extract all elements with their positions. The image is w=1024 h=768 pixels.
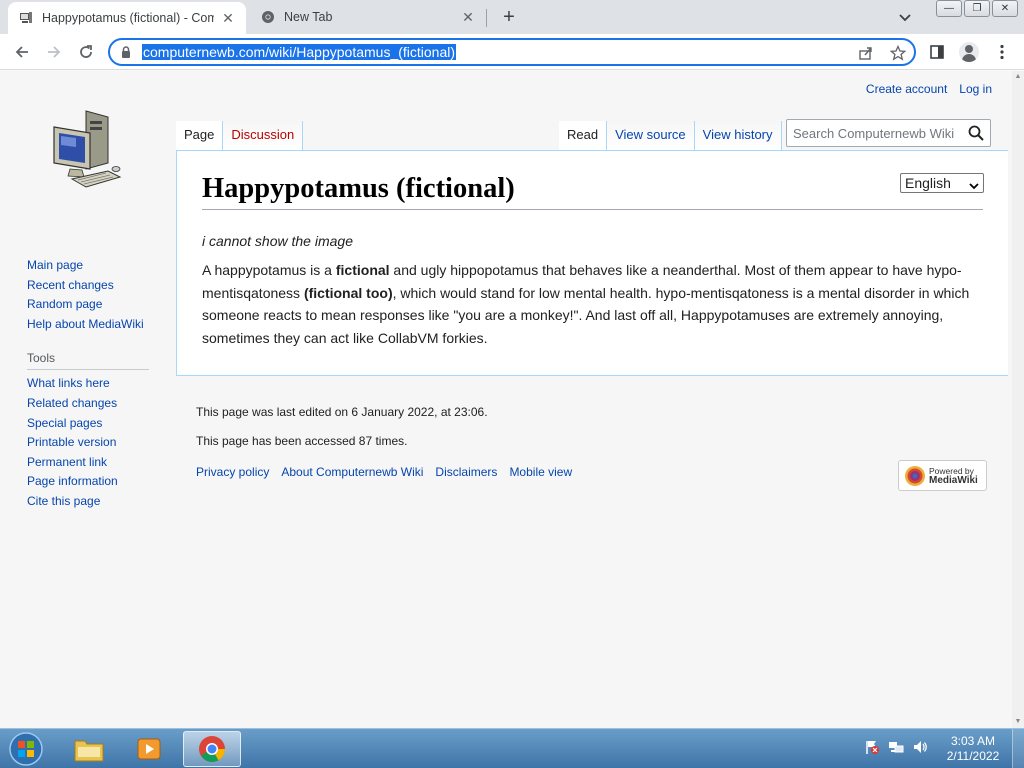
address-bar[interactable]: computernewb.com/wiki/Happypotamus_(fict… xyxy=(108,38,916,66)
browser-tabstrip: Happypotamus (fictional) - Comp ✕ New Ta… xyxy=(0,0,1024,34)
mediawiki-flower-icon xyxy=(905,465,925,486)
window-controls: — ❐ ✕ xyxy=(936,0,1018,17)
action-center-flag-icon[interactable] xyxy=(864,739,880,755)
media-player-icon xyxy=(137,738,161,760)
wiki-favicon-icon xyxy=(18,10,34,26)
sidebar-navigation: Main page Recent changes Random page Hel… xyxy=(27,256,157,334)
lock-icon[interactable] xyxy=(120,46,132,58)
clock-date: 2/11/2022 xyxy=(946,749,1000,763)
page-scrollbar[interactable]: ▲ ▼ xyxy=(1012,71,1024,728)
search-icon[interactable] xyxy=(968,125,984,141)
taskbar-chrome[interactable] xyxy=(183,731,241,767)
side-panel-icon[interactable] xyxy=(926,41,948,63)
tab-view-history[interactable]: View history xyxy=(694,121,782,151)
tab-separator xyxy=(486,9,487,27)
start-button[interactable] xyxy=(6,731,46,767)
powered-by-mediawiki-badge[interactable]: Powered by MediaWiki xyxy=(898,460,987,491)
article-content: Happypotamus (fictional) English i canno… xyxy=(176,150,1008,376)
back-button[interactable] xyxy=(11,41,33,63)
url-text[interactable]: computernewb.com/wiki/Happypotamus_(fict… xyxy=(142,44,457,60)
scroll-up-icon[interactable]: ▲ xyxy=(1014,73,1022,81)
sidebar-item-printable-version[interactable]: Printable version xyxy=(27,433,157,453)
forward-button[interactable] xyxy=(43,41,65,63)
sidebar: Main page Recent changes Random page Hel… xyxy=(27,256,157,512)
sidebar-item-recent-changes[interactable]: Recent changes xyxy=(27,276,157,296)
tab-read[interactable]: Read xyxy=(559,121,608,151)
tools-heading: Tools xyxy=(27,351,149,371)
tab-title: New Tab xyxy=(284,10,333,24)
tab-search-chevron-icon[interactable] xyxy=(896,8,914,26)
browser-tab-active[interactable]: Happypotamus (fictional) - Comp ✕ xyxy=(8,2,246,34)
sidebar-item-random-page[interactable]: Random page xyxy=(27,295,157,315)
view-tabs: Read View source View history xyxy=(559,121,782,151)
wiki-search-box xyxy=(786,119,991,147)
share-icon[interactable] xyxy=(858,45,874,61)
powered-by-text: Powered by MediaWiki xyxy=(929,465,978,486)
sidebar-item-what-links-here[interactable]: What links here xyxy=(27,374,157,394)
new-tab-button[interactable]: + xyxy=(498,6,520,28)
last-edited-text: This page was last edited on 6 January 2… xyxy=(196,405,488,419)
profile-avatar-icon[interactable] xyxy=(958,41,980,63)
sidebar-item-permanent-link[interactable]: Permanent link xyxy=(27,453,157,473)
sidebar-item-page-information[interactable]: Page information xyxy=(27,472,157,492)
tab-title: Happypotamus (fictional) - Comp xyxy=(42,11,214,25)
chevron-down-icon xyxy=(969,177,979,195)
network-icon[interactable] xyxy=(888,739,904,755)
article-paragraph: A happypotamus is a fictional and ugly h… xyxy=(202,262,970,346)
close-window-button[interactable]: ✕ xyxy=(992,0,1018,17)
wiki-logo-computer[interactable] xyxy=(50,107,124,193)
page-footer: This page was last edited on 6 January 2… xyxy=(196,403,572,479)
language-value: English xyxy=(905,175,951,191)
namespace-tabs: Page Discussion xyxy=(176,121,304,151)
sidebar-item-help[interactable]: Help about MediaWiki xyxy=(27,315,157,335)
sidebar-item-special-pages[interactable]: Special pages xyxy=(27,414,157,434)
chrome-icon xyxy=(199,736,226,762)
sidebar-item-main-page[interactable]: Main page xyxy=(27,256,157,276)
folder-icon xyxy=(74,740,104,762)
reload-button[interactable] xyxy=(75,41,97,63)
close-tab-icon[interactable]: ✕ xyxy=(460,9,476,25)
taskbar-explorer[interactable] xyxy=(60,731,118,767)
mobile-view-link[interactable]: Mobile view xyxy=(509,465,572,479)
page-title: Happypotamus (fictional) xyxy=(202,171,983,210)
language-select[interactable]: English xyxy=(900,173,984,193)
about-link[interactable]: About Computernewb Wiki xyxy=(281,465,423,479)
tab-discussion[interactable]: Discussion xyxy=(223,121,304,151)
personal-tools: Create account Log in xyxy=(866,82,992,96)
log-in-link[interactable]: Log in xyxy=(959,82,992,96)
tab-page[interactable]: Page xyxy=(176,121,224,151)
tab-view-source[interactable]: View source xyxy=(607,121,695,151)
bookmark-star-icon[interactable] xyxy=(889,44,907,61)
wiki-page: Create account Log in Page Discussion Re… xyxy=(0,71,1012,728)
article-body: i cannot show the image A happypotamus i… xyxy=(202,230,984,349)
minimize-button[interactable]: — xyxy=(936,0,962,17)
volume-icon[interactable] xyxy=(912,739,928,755)
restore-button[interactable]: ❐ xyxy=(964,0,990,17)
search-input[interactable] xyxy=(787,120,962,146)
sidebar-item-related-changes[interactable]: Related changes xyxy=(27,394,157,414)
clock-time: 3:03 AM xyxy=(950,734,996,748)
browser-tab-new[interactable]: New Tab ✕ xyxy=(250,0,486,34)
windows-taskbar: 3:03 AM 2/11/2022 xyxy=(0,728,1024,768)
privacy-policy-link[interactable]: Privacy policy xyxy=(196,465,269,479)
image-placeholder-text: i cannot show the image xyxy=(202,233,353,249)
create-account-link[interactable]: Create account xyxy=(866,82,947,96)
access-count-text: This page has been accessed 87 times. xyxy=(196,434,408,448)
show-desktop-button[interactable] xyxy=(1012,729,1024,768)
chrome-icon xyxy=(260,9,276,25)
sidebar-item-cite-this-page[interactable]: Cite this page xyxy=(27,492,157,512)
taskbar-media-player[interactable] xyxy=(120,731,178,767)
sidebar-tools: What links here Related changes Special … xyxy=(27,374,157,511)
disclaimers-link[interactable]: Disclaimers xyxy=(435,465,497,479)
footer-links: Privacy policy About Computernewb Wiki D… xyxy=(196,465,572,479)
menu-kebab-icon[interactable] xyxy=(991,41,1013,63)
scroll-down-icon[interactable]: ▼ xyxy=(1014,718,1022,726)
browser-toolbar: computernewb.com/wiki/Happypotamus_(fict… xyxy=(0,34,1024,70)
system-tray xyxy=(864,739,928,755)
close-tab-icon[interactable]: ✕ xyxy=(220,10,236,26)
taskbar-clock[interactable]: 3:03 AM 2/11/2022 xyxy=(940,734,1006,764)
